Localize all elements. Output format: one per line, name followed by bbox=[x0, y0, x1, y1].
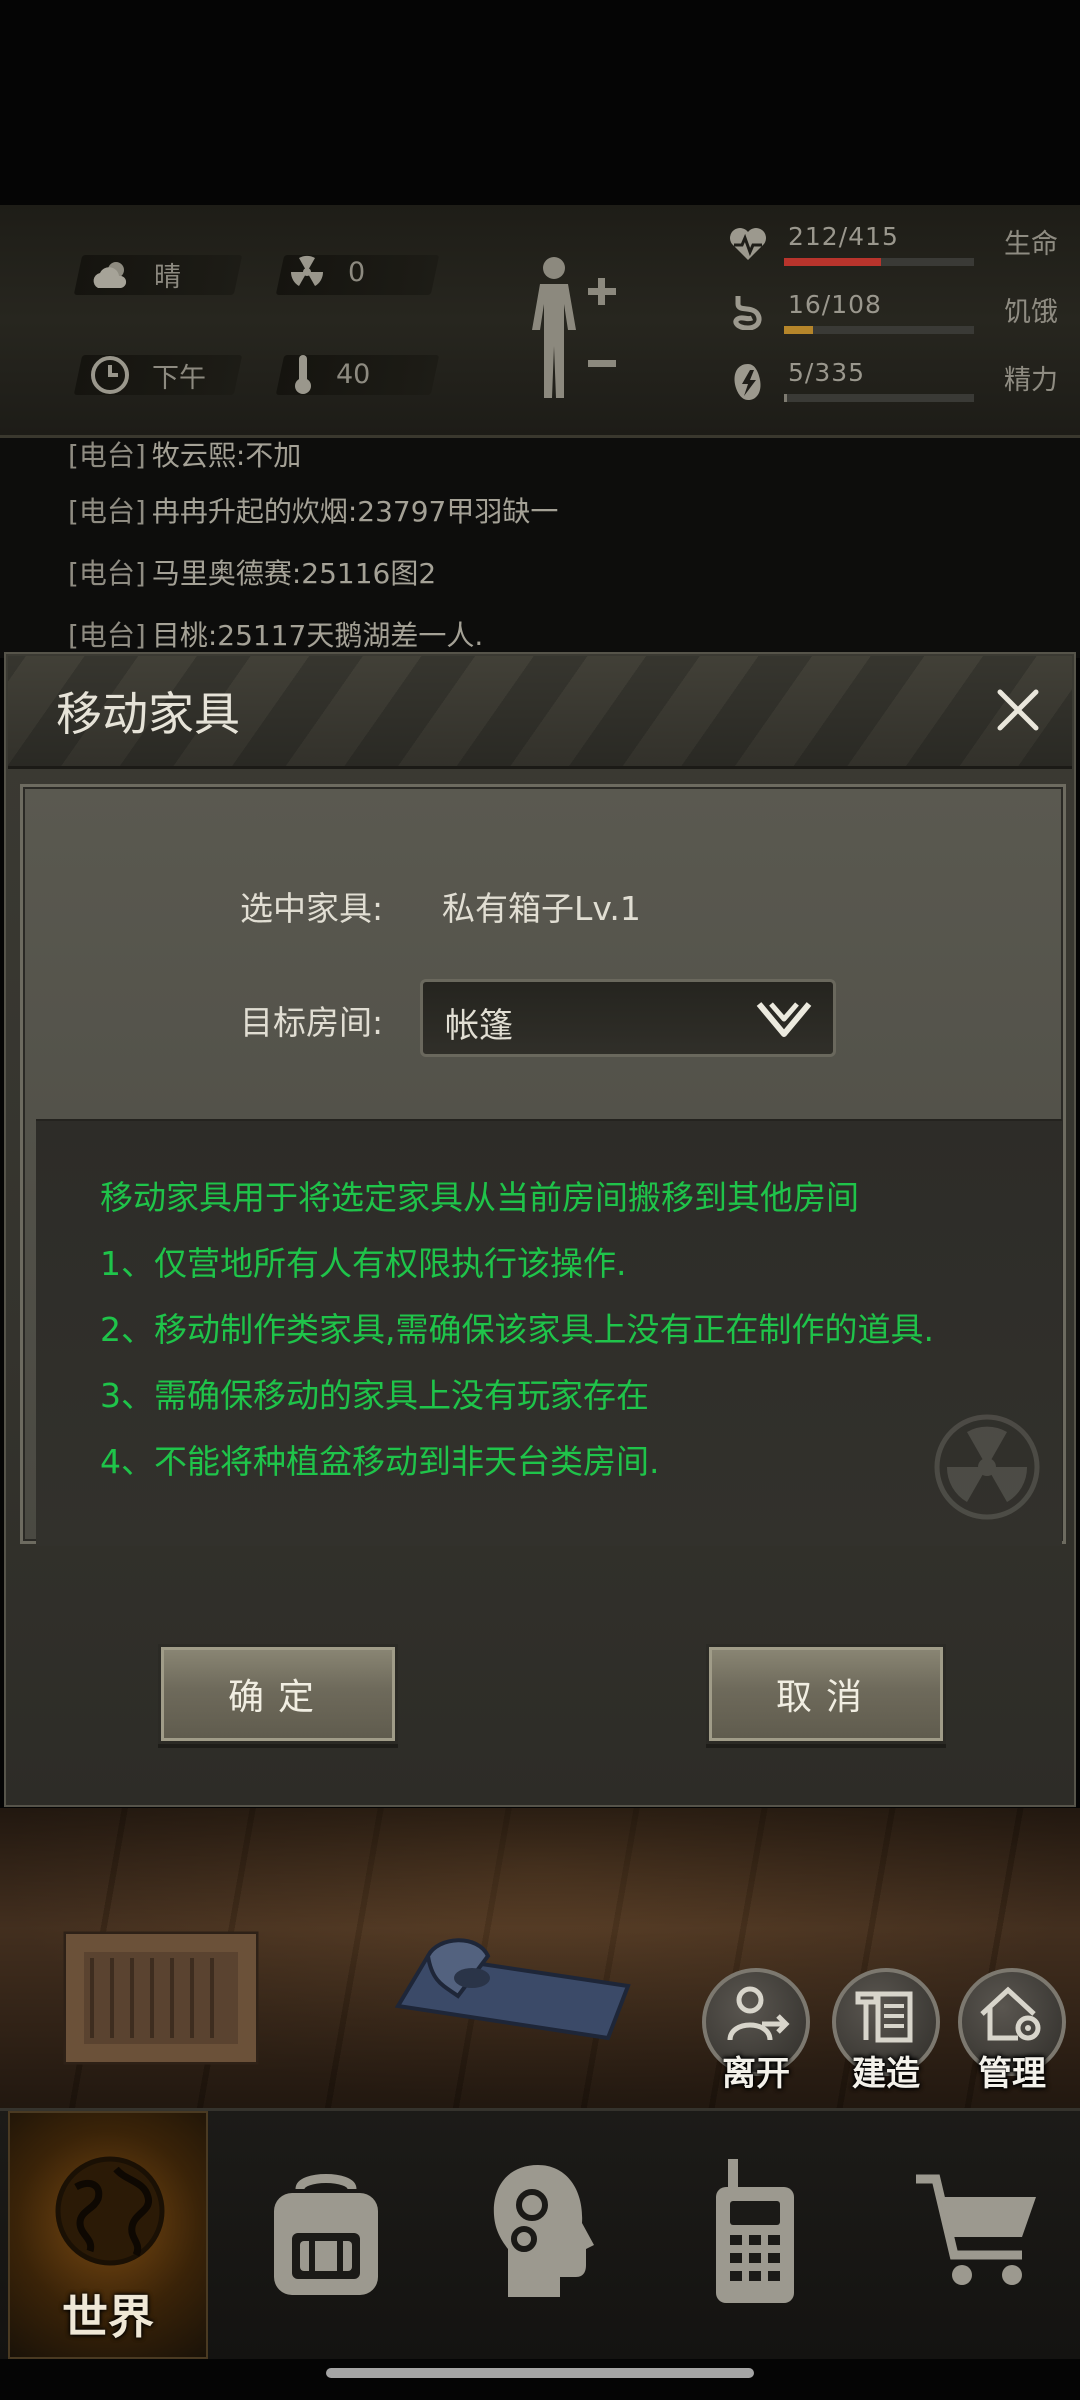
health-value: 212/415 bbox=[788, 222, 899, 251]
target-room-value: 帐篷 bbox=[445, 1006, 513, 1046]
hunger-value: 16/108 bbox=[788, 290, 882, 319]
radiation-icon bbox=[288, 253, 326, 291]
tab-radio[interactable] bbox=[710, 2111, 800, 2359]
close-icon bbox=[997, 689, 1039, 731]
tab-world[interactable]: 世界 bbox=[8, 2111, 208, 2359]
health-stat: 212/415 生命 bbox=[728, 222, 1058, 272]
stomach-icon bbox=[728, 294, 768, 334]
build-label: 建造 bbox=[852, 2054, 920, 2094]
exit-person-icon bbox=[722, 1984, 790, 2048]
chat-line: [电台] 牧云熙:不加 bbox=[68, 438, 301, 474]
chat-line: [电台] 冉冉升起的炊烟:23797甲羽缺一 bbox=[68, 490, 558, 530]
chevron-down-icon bbox=[755, 1000, 813, 1042]
health-bar-fill bbox=[784, 258, 881, 266]
tab-backpack[interactable] bbox=[262, 2111, 392, 2359]
instruction-line: 4、不能将种植盆移动到非天台类房间. bbox=[100, 1442, 660, 1481]
globe-icon bbox=[50, 2151, 170, 2275]
energy-value: 5/335 bbox=[788, 358, 866, 387]
chat-message: 冉冉升起的炊烟:23797甲羽缺一 bbox=[151, 495, 559, 528]
bottom-navigation: 世界 bbox=[0, 2108, 1080, 2359]
cloud-sun-icon bbox=[90, 258, 132, 292]
instruction-line: 移动家具用于将选定家具从当前房间搬移到其他房间 bbox=[100, 1178, 859, 1217]
selected-furniture-label: 选中家具: bbox=[240, 889, 384, 928]
radiation-value: 0 bbox=[348, 256, 366, 288]
chat-channel-tag: [电台] bbox=[68, 439, 146, 472]
target-room-label: 目标房间: bbox=[240, 1003, 384, 1042]
thermometer-icon bbox=[292, 353, 314, 395]
cancel-button[interactable]: 取消 bbox=[706, 1644, 946, 1744]
time-text: 下午 bbox=[152, 362, 206, 394]
head-gears-icon bbox=[488, 2161, 598, 2305]
chat-message: 马里奥德赛:25116图2 bbox=[151, 557, 437, 590]
chat-channel-tag: [电台] bbox=[68, 495, 146, 528]
dialog-header: 移动家具 bbox=[8, 656, 1072, 769]
shopping-cart-icon bbox=[912, 2171, 1042, 2295]
bedroll-furniture[interactable] bbox=[388, 1926, 638, 2050]
tab-skills[interactable] bbox=[488, 2111, 608, 2359]
time-indicator: 下午 bbox=[90, 355, 206, 395]
hunger-stat: 16/108 饥饿 bbox=[728, 290, 1058, 340]
manage-label: 管理 bbox=[978, 2054, 1046, 2094]
energy-label: 精力 bbox=[1004, 365, 1058, 396]
home-indicator[interactable] bbox=[326, 2368, 754, 2378]
tab-shop[interactable] bbox=[912, 2111, 1052, 2359]
energy-bar-fill bbox=[784, 394, 787, 402]
house-gear-icon bbox=[978, 1984, 1046, 2048]
leave-label: 离开 bbox=[722, 2054, 790, 2094]
manage-button[interactable]: 管理 bbox=[958, 1968, 1066, 2094]
radiation-watermark-icon bbox=[932, 1412, 1042, 1526]
heartbeat-icon bbox=[728, 226, 768, 266]
weather-indicator: 晴 bbox=[90, 255, 181, 294]
walkie-talkie-icon bbox=[710, 2157, 800, 2311]
build-button[interactable]: 建造 bbox=[832, 1968, 940, 2094]
dialog-title: 移动家具 bbox=[56, 687, 240, 741]
weather-text: 晴 bbox=[154, 262, 181, 293]
temperature-indicator: 40 bbox=[292, 353, 370, 395]
clock-icon bbox=[90, 355, 130, 395]
hammer-icon bbox=[852, 1984, 920, 2048]
health-label: 生命 bbox=[1004, 229, 1058, 260]
screen: 晴 0 下午 40 212/415 生命 16/108 饥饿 5/335 精力 … bbox=[0, 0, 1080, 2400]
chat-line: [电台] 马里奥德赛:25116图2 bbox=[68, 552, 436, 592]
instructions-box: 移动家具用于将选定家具从当前房间搬移到其他房间 1、仅营地所有人有权限执行该操作… bbox=[36, 1119, 1062, 1546]
chat-line: [电台] 目桃:25117天鹅湖差一人. bbox=[68, 614, 483, 654]
energy-stat: 5/335 精力 bbox=[728, 358, 1058, 408]
radio-chat-log[interactable]: [电台] 牧云熙:不加 [电台] 冉冉升起的炊烟:23797甲羽缺一 [电台] 马里奥… bbox=[0, 438, 1080, 658]
hunger-label: 饥饿 bbox=[1004, 297, 1058, 328]
player-figure-button[interactable] bbox=[520, 250, 620, 404]
chat-message: 目桃:25117天鹅湖差一人. bbox=[151, 619, 484, 652]
selected-furniture-value: 私有箱子Lv.1 bbox=[442, 889, 641, 928]
hunger-bar-fill bbox=[784, 326, 813, 334]
chat-channel-tag: [电台] bbox=[68, 619, 146, 652]
instruction-line: 1、仅营地所有人有权限执行该操作. bbox=[100, 1244, 627, 1283]
tab-world-label: 世界 bbox=[62, 2290, 154, 2344]
chat-channel-tag: [电台] bbox=[68, 557, 146, 590]
move-furniture-dialog: 移动家具 选中家具: 私有箱子Lv.1 目标房间: 帐篷 移动家具用于将选定家具… bbox=[4, 652, 1076, 1807]
close-button[interactable] bbox=[986, 678, 1050, 742]
leave-button[interactable]: 离开 bbox=[702, 1968, 810, 2094]
instruction-line: 2、移动制作类家具,需确保该家具上没有正在制作的道具. bbox=[100, 1310, 934, 1349]
hunger-bar bbox=[784, 326, 974, 334]
health-bar bbox=[784, 258, 974, 266]
radiation-indicator: 0 bbox=[288, 253, 365, 291]
lightning-icon bbox=[728, 362, 768, 406]
instruction-line: 3、需确保移动的家具上没有玩家存在 bbox=[100, 1376, 649, 1415]
wooden-crate-furniture[interactable] bbox=[62, 1928, 262, 2072]
target-room-dropdown[interactable]: 帐篷 bbox=[420, 979, 836, 1057]
temperature-value: 40 bbox=[336, 358, 371, 390]
backpack-icon bbox=[266, 2171, 386, 2305]
energy-bar bbox=[784, 394, 974, 402]
room-floor-view[interactable]: 离开 建造 管理 bbox=[0, 1808, 1080, 2108]
confirm-button[interactable]: 确定 bbox=[158, 1644, 398, 1744]
chat-message: 牧云熙:不加 bbox=[151, 439, 302, 472]
